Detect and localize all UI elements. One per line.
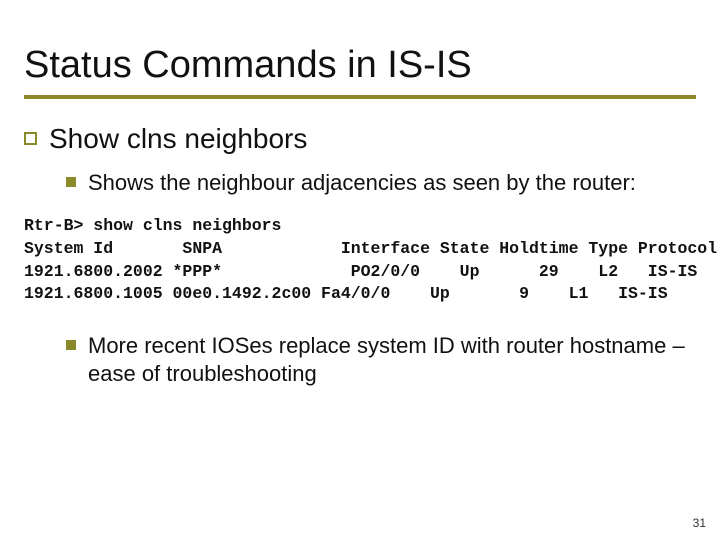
bullet-text: More recent IOSes replace system ID with… — [88, 332, 696, 388]
bullet-text: Show clns neighbors — [49, 123, 307, 155]
square-open-bullet-icon — [24, 132, 37, 145]
bullet-level2: More recent IOSes replace system ID with… — [66, 332, 696, 388]
slide: Status Commands in IS-IS Show clns neigh… — [0, 0, 720, 540]
square-filled-bullet-icon — [66, 177, 76, 187]
square-filled-bullet-icon — [66, 340, 76, 350]
bullet-level1: Show clns neighbors — [24, 123, 696, 155]
terminal-output: Rtr-B> show clns neighbors System Id SNP… — [24, 215, 696, 306]
slide-title: Status Commands in IS-IS — [24, 44, 696, 87]
page-number: 31 — [693, 516, 706, 530]
bullet-text: Shows the neighbour adjacencies as seen … — [88, 169, 636, 197]
bullet-level2: Shows the neighbour adjacencies as seen … — [66, 169, 696, 197]
title-underline — [24, 95, 696, 99]
